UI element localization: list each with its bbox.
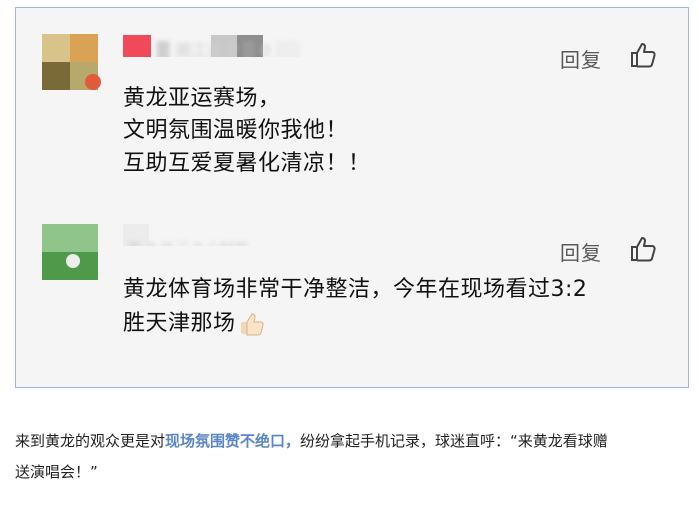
comment-line: 黄龙体育场非常干净整洁，今年在现场看过3:2 [123, 277, 588, 302]
comment-line: 黄龙亚运赛场， [123, 86, 281, 111]
article-highlight: 现场氛围赞不绝口， [165, 432, 301, 450]
article-paragraph: 来到黄龙的观众更是对现场氛围赞不绝口，纷纷拿起手机记录，球迷直呼：“来黄龙看球赠… [15, 426, 690, 488]
comment-line-with-emoji: 胜天津那场 [123, 308, 265, 340]
avatar[interactable] [42, 224, 98, 280]
avatar-badge [85, 74, 101, 90]
username-blurred[interactable]: 掌 九州 ░ 0 小时前 [123, 224, 363, 246]
reply-button[interactable]: 回复 [560, 44, 602, 73]
username-blurred[interactable]: █ 湘江漫步 ░ 0 ░░ [123, 35, 363, 57]
article-text: 来到黄龙的观众更是对 [15, 432, 166, 450]
article-text: 送演唱会！” [15, 463, 98, 481]
comment-line: 互助互爱夏暑化清凉！！ [123, 151, 371, 176]
comment-panel: █ 湘江漫步 ░ 0 ░░ 回复 黄龙亚运赛场， 文明氛围温暖你我他！ 互助互爱… [15, 7, 689, 388]
reply-button[interactable]: 回复 [560, 237, 602, 266]
thumbs-up-icon[interactable] [629, 41, 657, 69]
article-text: 纷纷拿起手机记录，球迷直呼：“来黄龙看球赠 [300, 432, 608, 450]
thumbs-up-icon[interactable] [629, 235, 657, 263]
thumbs-up-emoji [240, 313, 264, 336]
comment-line: 文明氛围温暖你我他！ [123, 118, 349, 143]
comment-line: 胜天津那场 [123, 311, 236, 336]
